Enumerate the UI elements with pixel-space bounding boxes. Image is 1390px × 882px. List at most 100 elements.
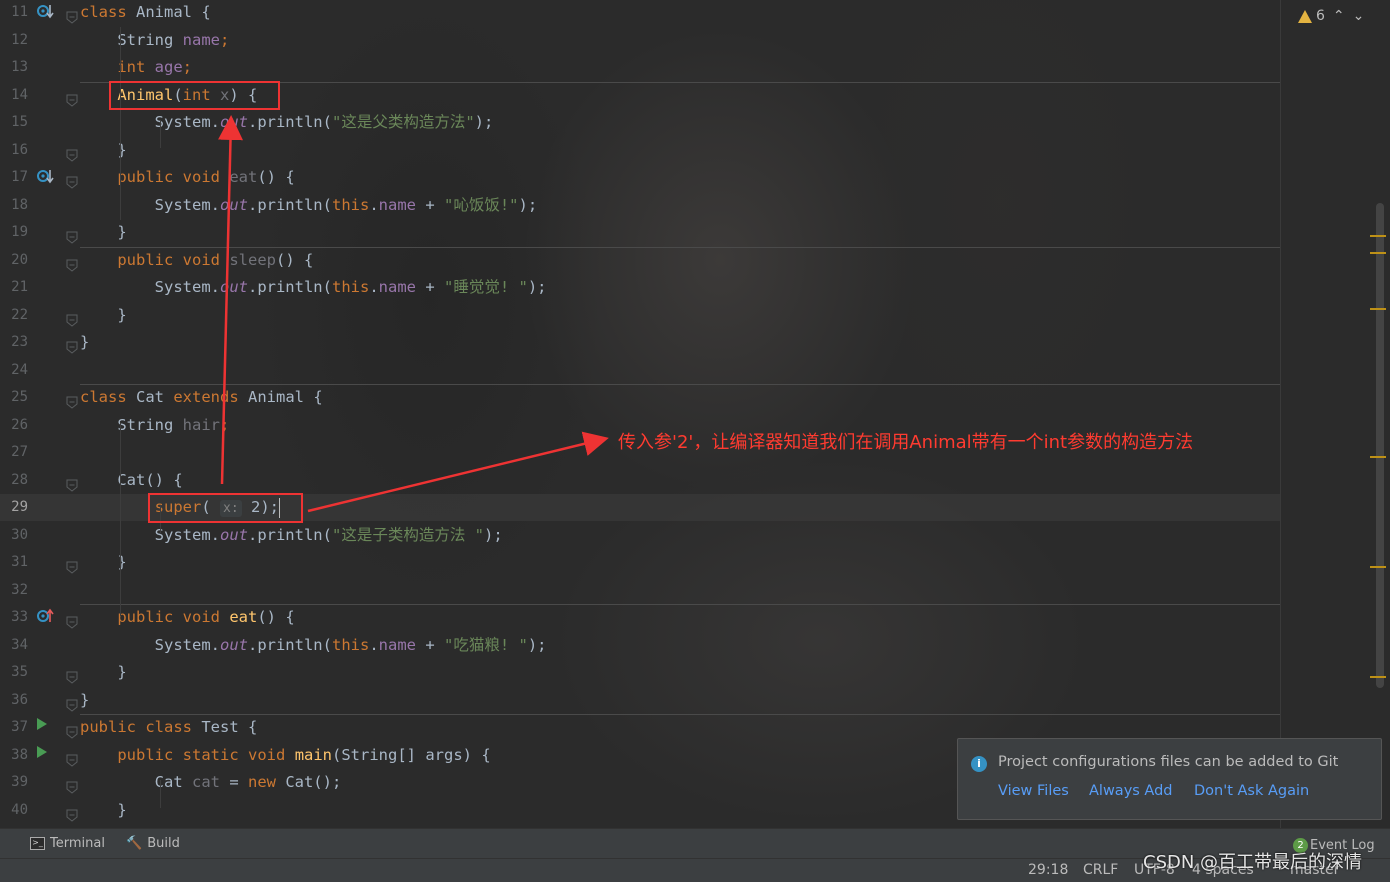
code-text: } [80, 687, 89, 714]
warning-marker[interactable] [1370, 308, 1386, 310]
code-token: .println( [247, 195, 332, 214]
fold-marker-icon[interactable] [66, 6, 78, 24]
view-files-link[interactable]: View Files [998, 783, 1069, 799]
line-number: 37 [11, 719, 28, 735]
fold-marker-icon[interactable] [66, 309, 78, 327]
code-line[interactable]: 21 System.out.println(this.name + "睡觉觉! … [0, 274, 1280, 301]
warning-marker[interactable] [1370, 252, 1386, 254]
code-line[interactable]: 22 } [0, 302, 1280, 329]
code-line[interactable]: 37 public class Test { [0, 714, 1280, 741]
code-line[interactable]: 15 System.out.println("这是父类构造方法"); [0, 109, 1280, 136]
code-line[interactable]: 19 } [0, 219, 1280, 246]
fold-marker-icon[interactable] [66, 804, 78, 822]
code-line[interactable]: 11 class Animal { [0, 0, 1280, 26]
warning-marker[interactable] [1370, 676, 1386, 678]
editor-scrollbar[interactable] [1376, 203, 1384, 688]
code-token: name [378, 195, 416, 214]
code-token: System. [80, 635, 220, 654]
code-line[interactable]: 16 } [0, 137, 1280, 164]
code-line[interactable]: 12 String name; [0, 27, 1280, 54]
line-number: 13 [11, 59, 28, 75]
code-line[interactable]: 31 } [0, 549, 1280, 576]
always-add-link[interactable]: Always Add [1089, 783, 1173, 799]
code-text: System.out.println(this.name + "睡觉觉! "); [80, 274, 547, 301]
fold-marker-icon[interactable] [66, 89, 78, 107]
code-text: System.out.println(this.name + "吣饭饭!"); [80, 192, 538, 219]
fold-marker-icon[interactable] [66, 226, 78, 244]
code-token: Cat [126, 388, 174, 406]
caret-position[interactable]: 29:18 [1028, 862, 1068, 878]
code-token: Cat() { [80, 470, 183, 489]
warning-marker[interactable] [1370, 566, 1386, 568]
code-token: public [117, 250, 174, 269]
fold-marker-icon[interactable] [66, 391, 78, 409]
line-number: 20 [11, 251, 28, 268]
fold-marker-icon[interactable] [66, 694, 78, 712]
code-line[interactable]: 20 public void sleep() { [0, 247, 1280, 274]
code-token: this [331, 278, 370, 296]
code-line[interactable]: 25 class Cat extends Animal { [0, 384, 1280, 411]
code-token: "这是父类构造方法" [331, 113, 475, 131]
code-text: public void sleep() { [80, 247, 313, 274]
code-token: this [331, 635, 370, 654]
code-token: ; [219, 415, 230, 434]
code-line[interactable]: 17 public void eat() { [0, 164, 1280, 191]
fold-marker-icon[interactable] [66, 556, 78, 574]
code-token: void [182, 250, 220, 269]
code-line[interactable]: 33 public void eat() { [0, 604, 1280, 631]
inspection-widget[interactable]: 6 ⌃ ⌄ [1298, 6, 1364, 26]
fold-marker-icon[interactable] [66, 336, 78, 354]
code-line[interactable]: 18 System.out.println(this.name + "吣饭饭!"… [0, 192, 1280, 219]
line-number: 23 [11, 334, 28, 350]
build-tab[interactable]: 🔨 Build [126, 836, 180, 851]
code-line[interactable]: 36} [0, 687, 1280, 714]
code-line[interactable]: 32 [0, 577, 1280, 604]
run-icon[interactable] [36, 717, 54, 737]
code-line[interactable]: 30 System.out.println("这是子类构造方法 "); [0, 522, 1280, 549]
chevron-down-icon[interactable]: ⌄ [1353, 8, 1365, 24]
code-token: ); [474, 113, 494, 131]
run-icon[interactable] [36, 745, 54, 765]
code-line[interactable]: 13 int age; [0, 54, 1280, 81]
fold-marker-icon[interactable] [66, 144, 78, 162]
fold-marker-icon[interactable] [66, 721, 78, 739]
code-token: System. [80, 278, 220, 296]
fold-marker-icon[interactable] [66, 474, 78, 492]
fold-marker-icon[interactable] [66, 666, 78, 684]
code-token: this [331, 195, 370, 214]
code-editor[interactable]: 11 class Animal {12 String name; 13 int ag… [0, 0, 1280, 828]
chevron-up-icon[interactable]: ⌃ [1333, 8, 1345, 24]
code-line[interactable]: 24 [0, 357, 1280, 384]
code-token: sleep [229, 250, 277, 269]
line-separator[interactable]: CRLF [1083, 862, 1118, 878]
code-line[interactable]: 23} [0, 329, 1280, 356]
code-line[interactable]: 28 Cat() { [0, 467, 1280, 494]
indent-guide [160, 780, 161, 808]
dont-ask-again-link[interactable]: Don't Ask Again [1194, 783, 1309, 799]
warning-marker[interactable] [1370, 456, 1386, 458]
fold-marker-icon[interactable] [66, 254, 78, 272]
warning-marker[interactable] [1370, 235, 1386, 237]
code-line[interactable]: 34 System.out.println(this.name + "吃猫粮! … [0, 632, 1280, 659]
fold-marker-icon[interactable] [66, 776, 78, 794]
code-token: name [182, 30, 220, 49]
fold-marker-icon[interactable] [66, 749, 78, 767]
fold-marker-icon[interactable] [66, 171, 78, 189]
override-down-icon[interactable] [36, 167, 54, 187]
line-number: 28 [11, 471, 28, 488]
code-text: public static void main(String[] args) { [80, 742, 490, 769]
code-token: ); [527, 278, 547, 296]
code-line[interactable]: 35 } [0, 659, 1280, 686]
override-up-icon[interactable] [36, 607, 54, 627]
terminal-tab[interactable]: >_ Terminal [30, 836, 105, 851]
fold-marker-icon[interactable] [66, 611, 78, 629]
editor-right-gutter[interactable] [1280, 0, 1390, 828]
override-down-icon[interactable] [36, 2, 54, 22]
watermark: CSDN @百工带最后的深情 [1143, 852, 1363, 873]
